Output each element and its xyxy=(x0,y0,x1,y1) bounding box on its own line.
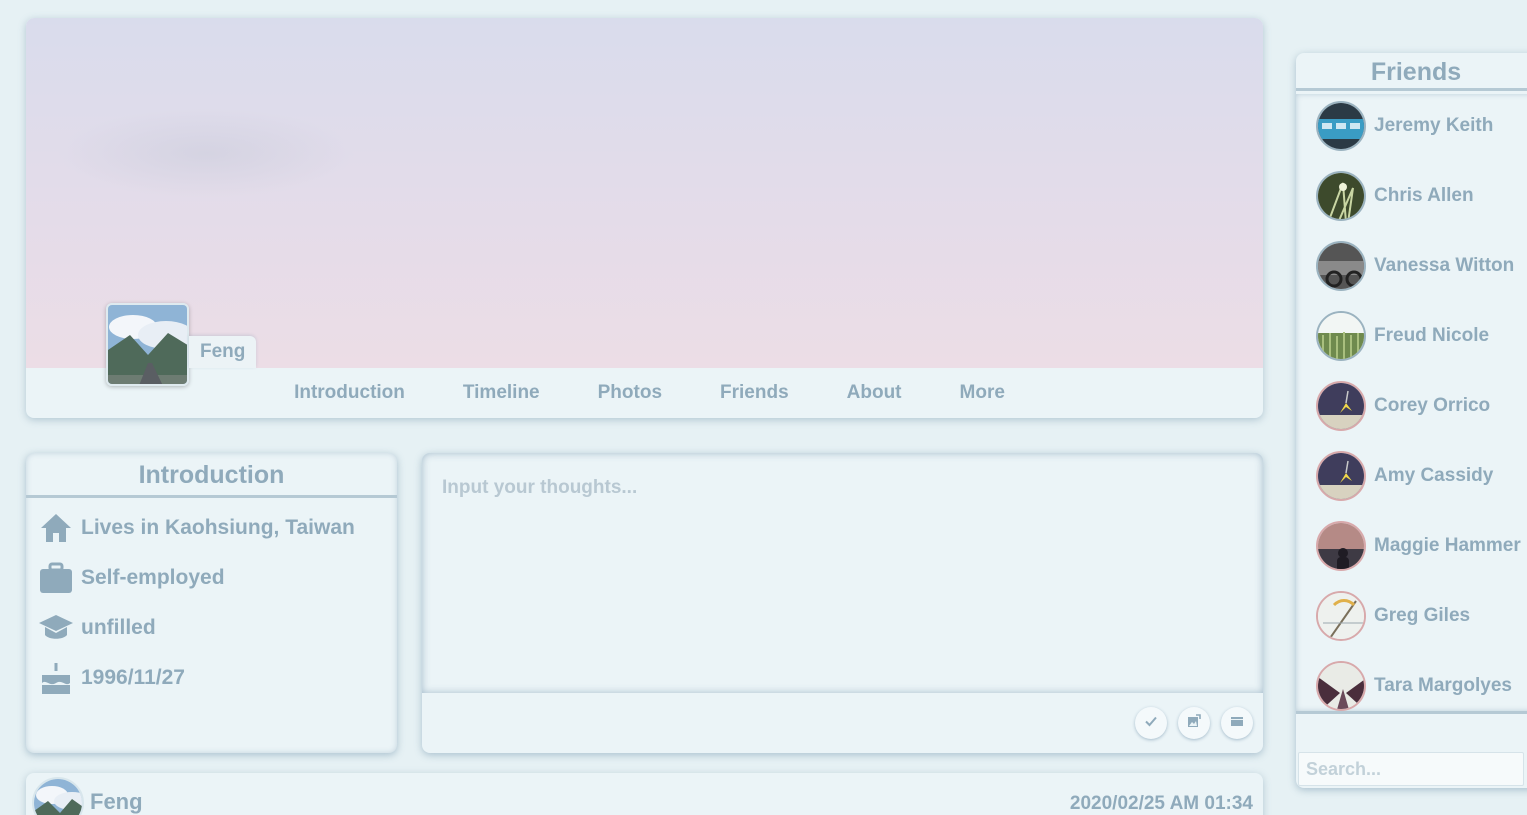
friend-name: Amy Cassidy xyxy=(1374,465,1494,486)
intro-item-birthday: 1996/11/27 xyxy=(38,658,185,698)
submit-button[interactable] xyxy=(1135,707,1167,739)
friends-list: Jeremy Keith Chris Allen Vanessa Witton … xyxy=(1296,94,1527,714)
tab-friends[interactable]: Friends xyxy=(720,382,789,404)
friend-avatar xyxy=(1316,311,1366,361)
intro-item-text: unfilled xyxy=(81,616,156,639)
friend-item[interactable]: Tara Margolyes xyxy=(1316,661,1512,711)
cover-photo xyxy=(26,18,1263,368)
friend-item[interactable]: Maggie Hammer xyxy=(1316,521,1521,571)
intro-title: Introduction xyxy=(26,453,397,498)
briefcase-icon xyxy=(38,560,74,596)
intro-item-text: Lives in Kaohsiung, Taiwan xyxy=(81,516,355,539)
friend-avatar xyxy=(1316,171,1366,221)
friend-name: Tara Margolyes xyxy=(1374,675,1512,696)
check-icon xyxy=(1144,714,1158,733)
friend-name: Vanessa Witton xyxy=(1374,255,1515,276)
friend-name: Greg Giles xyxy=(1374,605,1471,626)
home-icon xyxy=(38,510,74,546)
friend-avatar xyxy=(1316,101,1366,151)
friend-item[interactable]: Freud Nicole xyxy=(1316,311,1489,361)
post-card: Feng 2020/02/25 AM 01:34 xyxy=(26,773,1263,815)
friend-name: Freud Nicole xyxy=(1374,325,1490,346)
intro-card: Introduction Lives in Kaohsiung, Taiwan … xyxy=(26,453,397,753)
tab-introduction[interactable]: Introduction xyxy=(294,382,405,404)
add-image-button[interactable] xyxy=(1178,707,1210,739)
image-icon xyxy=(1187,713,1201,733)
friend-name: Maggie Hammer xyxy=(1374,535,1521,556)
intro-item-education: unfilled xyxy=(38,608,156,648)
video-icon xyxy=(1230,714,1244,733)
intro-item-location: Lives in Kaohsiung, Taiwan xyxy=(38,508,355,548)
birthday-cake-icon xyxy=(38,660,74,696)
friend-name: Chris Allen xyxy=(1374,185,1474,206)
intro-item-text: Self-employed xyxy=(81,566,225,589)
friend-avatar xyxy=(1316,451,1366,501)
profile-nav: Introduction Timeline Photos Friends Abo… xyxy=(26,368,1263,418)
tab-about[interactable]: About xyxy=(847,382,902,404)
intro-item-text: 1996/11/27 xyxy=(81,666,185,689)
post-author[interactable]: Feng xyxy=(90,789,143,815)
friend-avatar xyxy=(1316,521,1366,571)
profile-header: Feng Introduction Timeline Photos Friend… xyxy=(26,18,1263,418)
tab-timeline[interactable]: Timeline xyxy=(463,382,540,404)
add-video-button[interactable] xyxy=(1221,707,1253,739)
friend-item[interactable]: Corey Orrico xyxy=(1316,381,1490,431)
intro-item-work: Self-employed xyxy=(38,558,225,598)
friend-avatar xyxy=(1316,381,1366,431)
friend-item[interactable]: Chris Allen xyxy=(1316,171,1474,221)
post-composer xyxy=(422,453,1263,753)
friend-name: Jeremy Keith xyxy=(1374,115,1494,136)
profile-name: Feng xyxy=(189,336,257,368)
post-timestamp: 2020/02/25 AM 01:34 xyxy=(1069,793,1253,814)
friend-item[interactable]: Amy Cassidy xyxy=(1316,451,1493,501)
graduation-cap-icon xyxy=(38,610,74,646)
post-author-avatar[interactable] xyxy=(32,777,84,815)
friend-avatar xyxy=(1316,591,1366,641)
composer-area xyxy=(422,453,1263,693)
friends-title: Friends xyxy=(1296,53,1527,91)
friend-name: Corey Orrico xyxy=(1374,395,1491,416)
composer-actions xyxy=(1135,707,1253,739)
friend-avatar xyxy=(1316,241,1366,291)
friends-title-text: Friends xyxy=(1370,58,1462,86)
friend-item[interactable]: Vanessa Witton xyxy=(1316,241,1514,291)
friend-avatar xyxy=(1316,661,1366,711)
thoughts-input[interactable] xyxy=(442,477,1232,499)
friends-search-input[interactable] xyxy=(1298,752,1524,786)
friend-item[interactable]: Jeremy Keith xyxy=(1316,101,1493,151)
friends-panel: Friends Jeremy Keith Chris Allen Vanessa… xyxy=(1296,53,1527,788)
tab-more[interactable]: More xyxy=(960,382,1005,404)
tab-photos[interactable]: Photos xyxy=(598,382,662,404)
friend-item[interactable]: Greg Giles xyxy=(1316,591,1470,641)
